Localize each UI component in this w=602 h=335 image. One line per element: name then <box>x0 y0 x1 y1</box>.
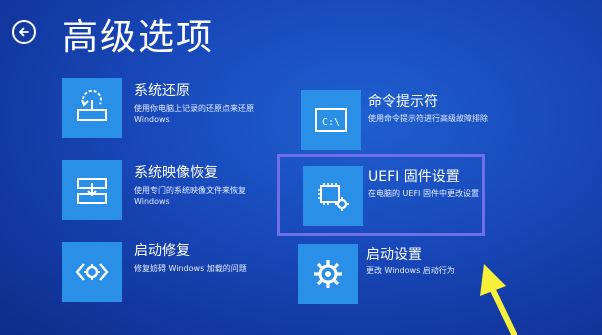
option-description: Windows <box>134 197 170 206</box>
startup-repair-icon <box>62 242 122 302</box>
option-title: 系统还原 <box>134 83 190 99</box>
option-title: 启动修复 <box>134 243 190 259</box>
option-description: 更改 Windows 启动行为 <box>366 266 455 275</box>
page-title: 高级选项 <box>62 17 215 58</box>
back-arrow-icon <box>19 27 29 37</box>
system-image-icon <box>62 160 122 220</box>
option-description: 使用命令提示符进行高级故障排除 <box>368 114 488 123</box>
svg-text:C:\: C:\ <box>322 117 340 128</box>
back-button[interactable] <box>12 20 36 44</box>
gear-icon <box>298 244 358 304</box>
option-description: 使用专门的系统映像文件来恢复 <box>134 186 246 195</box>
option-title: 命令提示符 <box>368 94 438 110</box>
arrow-icon <box>480 264 517 335</box>
command-prompt-icon: C:\ <box>301 90 361 150</box>
option-title: 启动设置 <box>366 247 422 263</box>
system-restore-icon <box>62 78 122 138</box>
option-description: 修复妨碍 Windows 加载的问题 <box>134 264 247 273</box>
option-description: 使用你电脑上记录的还原点来还原 <box>134 104 254 113</box>
highlight-box <box>277 154 485 236</box>
option-description: Windows <box>134 115 170 124</box>
option-title: 系统映像恢复 <box>134 165 218 181</box>
